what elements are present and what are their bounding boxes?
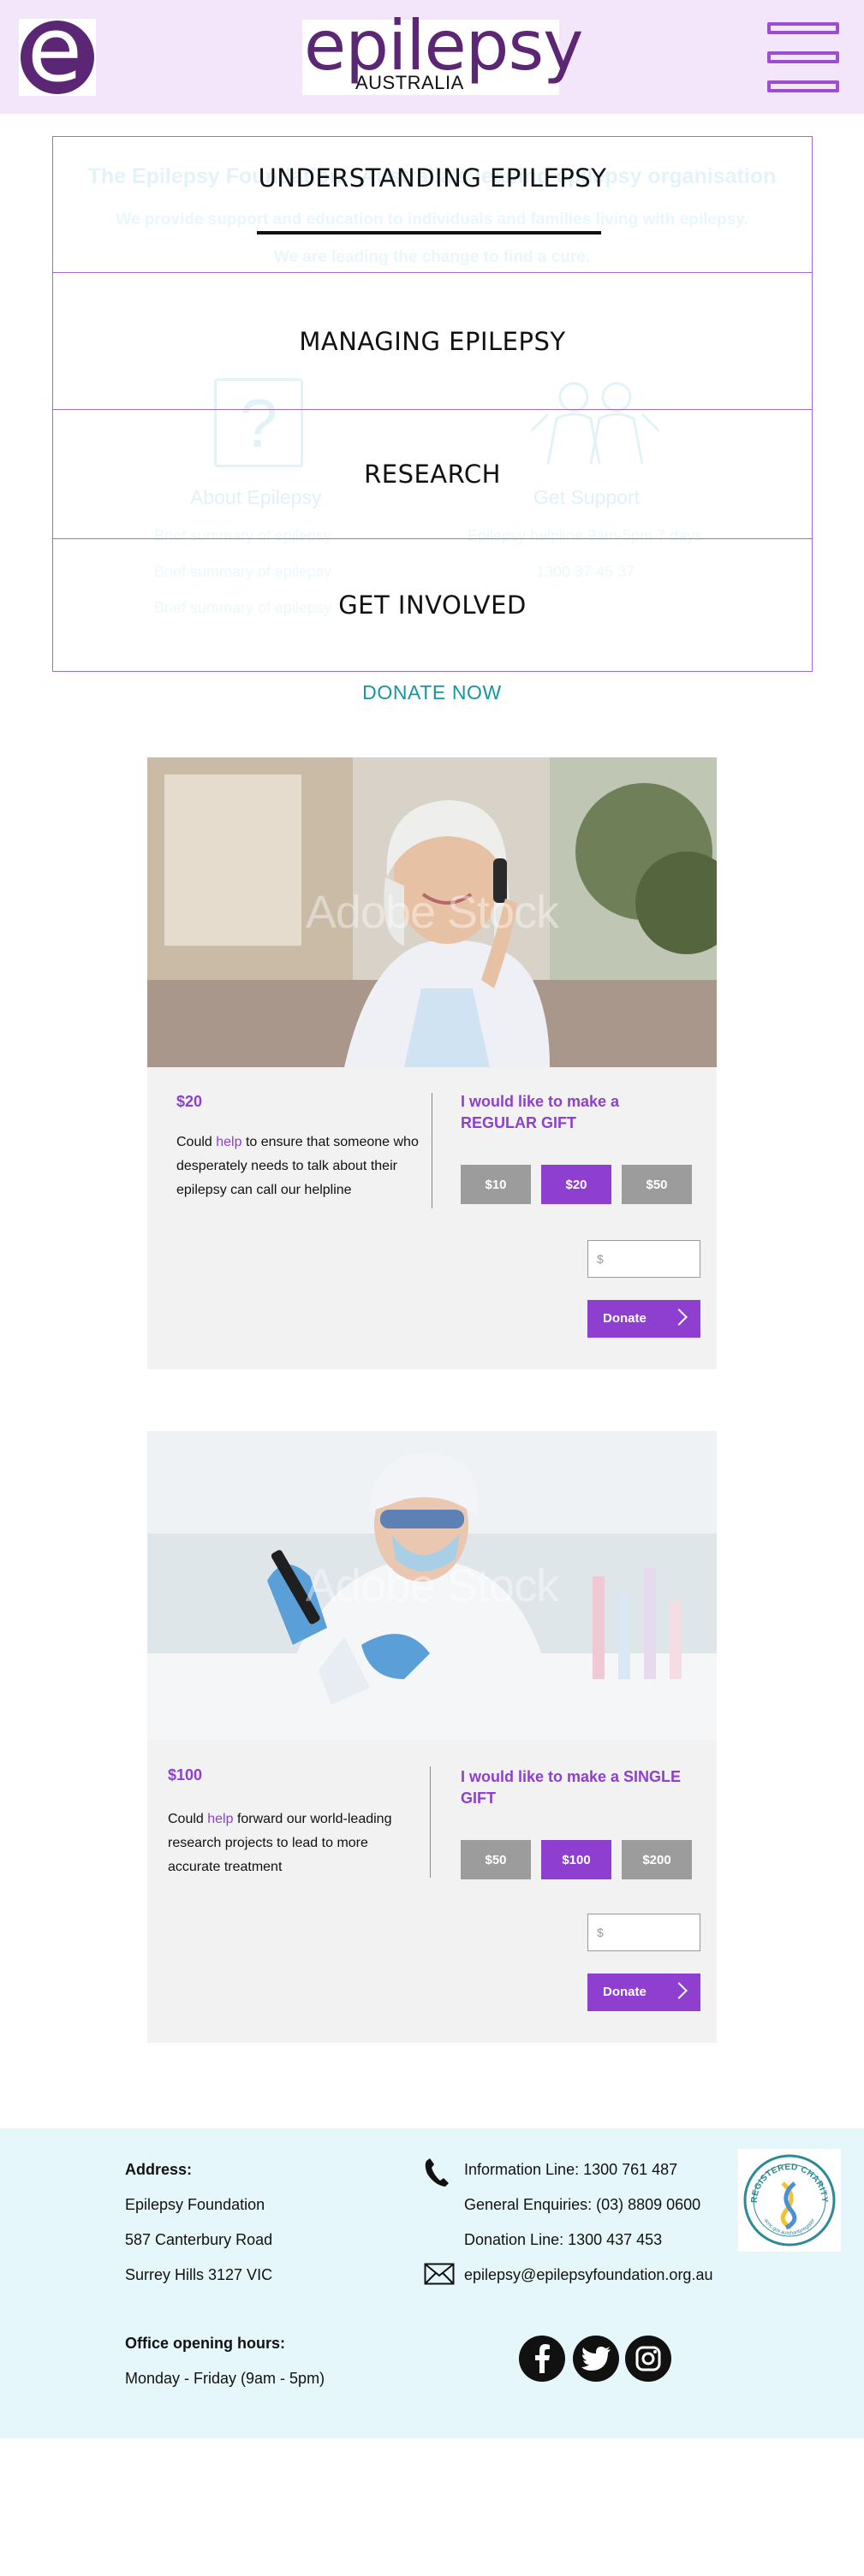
address-line: 587 Canterbury Road bbox=[125, 2231, 273, 2248]
donation-line[interactable]: Donation Line: 1300 437 453 bbox=[464, 2231, 662, 2249]
facebook-glyph bbox=[535, 2344, 550, 2373]
chevron-right-icon bbox=[670, 1982, 688, 1999]
registered-charity-badge[interactable]: REGISTERED CHARITY acnc.gov.au/charityre… bbox=[738, 2149, 841, 2252]
donate-now-link[interactable]: DONATE NOW bbox=[0, 681, 864, 704]
logo-subtitle: AUSTRALIA bbox=[355, 72, 464, 93]
address-line: Epilepsy Foundation bbox=[125, 2196, 265, 2213]
amount-placeholder: $ bbox=[597, 1926, 604, 1939]
hours-text: Monday - Friday (9am - 5pm) bbox=[125, 2370, 325, 2387]
gift-type-title: I would like to make a REGULAR GIFT bbox=[461, 1093, 620, 1131]
menu-item-research[interactable]: RESEARCH bbox=[52, 409, 813, 539]
desc-highlight: help bbox=[216, 1135, 242, 1149]
address-label: Address: bbox=[125, 2161, 193, 2178]
site-footer: Address: Epilepsy Foundation 587 Canterb… bbox=[0, 2128, 864, 2438]
phone-icon bbox=[425, 2158, 449, 2187]
hours-label: Office opening hours: bbox=[125, 2335, 285, 2352]
email-link[interactable]: epilepsy@epilepsyfoundation.org.au bbox=[464, 2266, 712, 2284]
amount-option-button[interactable]: $200 bbox=[622, 1840, 692, 1879]
site-header: e epilepsy AUSTRALIA bbox=[0, 0, 864, 114]
donate-button-label: Donate bbox=[603, 1985, 647, 1999]
donate-button[interactable]: Donate bbox=[587, 1300, 700, 1338]
menu-item-label: MANAGING EPILEPSY bbox=[299, 326, 566, 356]
desc-highlight: help bbox=[207, 1812, 234, 1826]
hamburger-bar bbox=[767, 80, 839, 92]
amount-placeholder: $ bbox=[597, 1252, 604, 1266]
donate-button-label: Donate bbox=[603, 1311, 647, 1326]
amount-option-button-selected[interactable]: $20 bbox=[541, 1165, 611, 1204]
donation-card-regular: Adobe Stock $20 Could help to ensure tha… bbox=[147, 757, 717, 1369]
donation-description: Could help to ensure that someone who de… bbox=[176, 1131, 425, 1202]
hamburger-bar bbox=[767, 51, 839, 63]
menu-item-label: RESEARCH bbox=[364, 460, 501, 489]
menu-item-managing-epilepsy[interactable]: MANAGING EPILEPSY bbox=[52, 272, 813, 410]
donation-amount-title: $20 bbox=[176, 1093, 203, 1110]
card-divider bbox=[430, 1766, 431, 1878]
menu-item-understanding-epilepsy[interactable]: UNDERSTANDING EPILEPSY bbox=[52, 136, 813, 273]
information-line[interactable]: Information Line: 1300 761 487 bbox=[464, 2161, 677, 2179]
epilepsy-australia-logo[interactable]: epilepsy AUSTRALIA bbox=[302, 8, 583, 95]
general-enquiries-line[interactable]: General Enquiries: (03) 8809 0600 bbox=[464, 2196, 700, 2214]
address-line: Surrey Hills 3127 VIC bbox=[125, 2266, 273, 2283]
brand-mark-circle: e bbox=[21, 21, 94, 94]
adobe-stock-watermark: Adobe Stock bbox=[305, 1560, 559, 1611]
facebook-icon[interactable] bbox=[519, 2336, 565, 2382]
instagram-glyph bbox=[635, 2346, 661, 2371]
active-menu-underline bbox=[257, 231, 601, 234]
donation-card-single: Adobe Stock $100 Could help forward our … bbox=[147, 1431, 717, 2043]
adobe-stock-watermark: Adobe Stock bbox=[305, 887, 559, 938]
instagram-icon[interactable] bbox=[625, 2336, 671, 2382]
twitter-icon[interactable] bbox=[573, 2336, 619, 2382]
amount-option-button-selected[interactable]: $100 bbox=[541, 1840, 611, 1879]
desc-text: Could bbox=[168, 1812, 208, 1826]
lab-researcher-photo: Adobe Stock bbox=[147, 1431, 717, 1741]
custom-amount-input[interactable]: $ bbox=[587, 1914, 700, 1951]
hamburger-menu-icon[interactable] bbox=[767, 22, 839, 92]
mail-icon bbox=[424, 2263, 455, 2285]
desc-text: Could bbox=[176, 1135, 217, 1149]
hamburger-bar bbox=[767, 22, 839, 34]
gift-type-title: I would like to make a SINGLE GIFT bbox=[461, 1768, 682, 1807]
donation-amount-title: $100 bbox=[168, 1766, 203, 1784]
brand-mark-logo[interactable]: e bbox=[19, 19, 96, 96]
menu-item-label: GET INVOLVED bbox=[338, 591, 527, 620]
brand-mark-letter: e bbox=[27, 21, 82, 94]
chevron-right-icon bbox=[670, 1309, 688, 1326]
menu-item-label: UNDERSTANDING EPILEPSY bbox=[258, 163, 607, 193]
donation-description: Could help forward our world-leading res… bbox=[168, 1807, 416, 1879]
twitter-glyph bbox=[581, 2347, 611, 2371]
custom-amount-input[interactable]: $ bbox=[587, 1240, 700, 1278]
registered-charity-seal: REGISTERED CHARITY acnc.gov.au/charityre… bbox=[743, 2154, 836, 2247]
amount-option-button[interactable]: $10 bbox=[461, 1165, 531, 1204]
woman-on-phone-photo: Adobe Stock bbox=[147, 757, 717, 1067]
amount-option-button[interactable]: $50 bbox=[461, 1840, 531, 1879]
amount-option-button[interactable]: $50 bbox=[622, 1165, 692, 1204]
menu-item-get-involved[interactable]: GET INVOLVED bbox=[52, 538, 813, 672]
donate-button[interactable]: Donate bbox=[587, 1974, 700, 2011]
